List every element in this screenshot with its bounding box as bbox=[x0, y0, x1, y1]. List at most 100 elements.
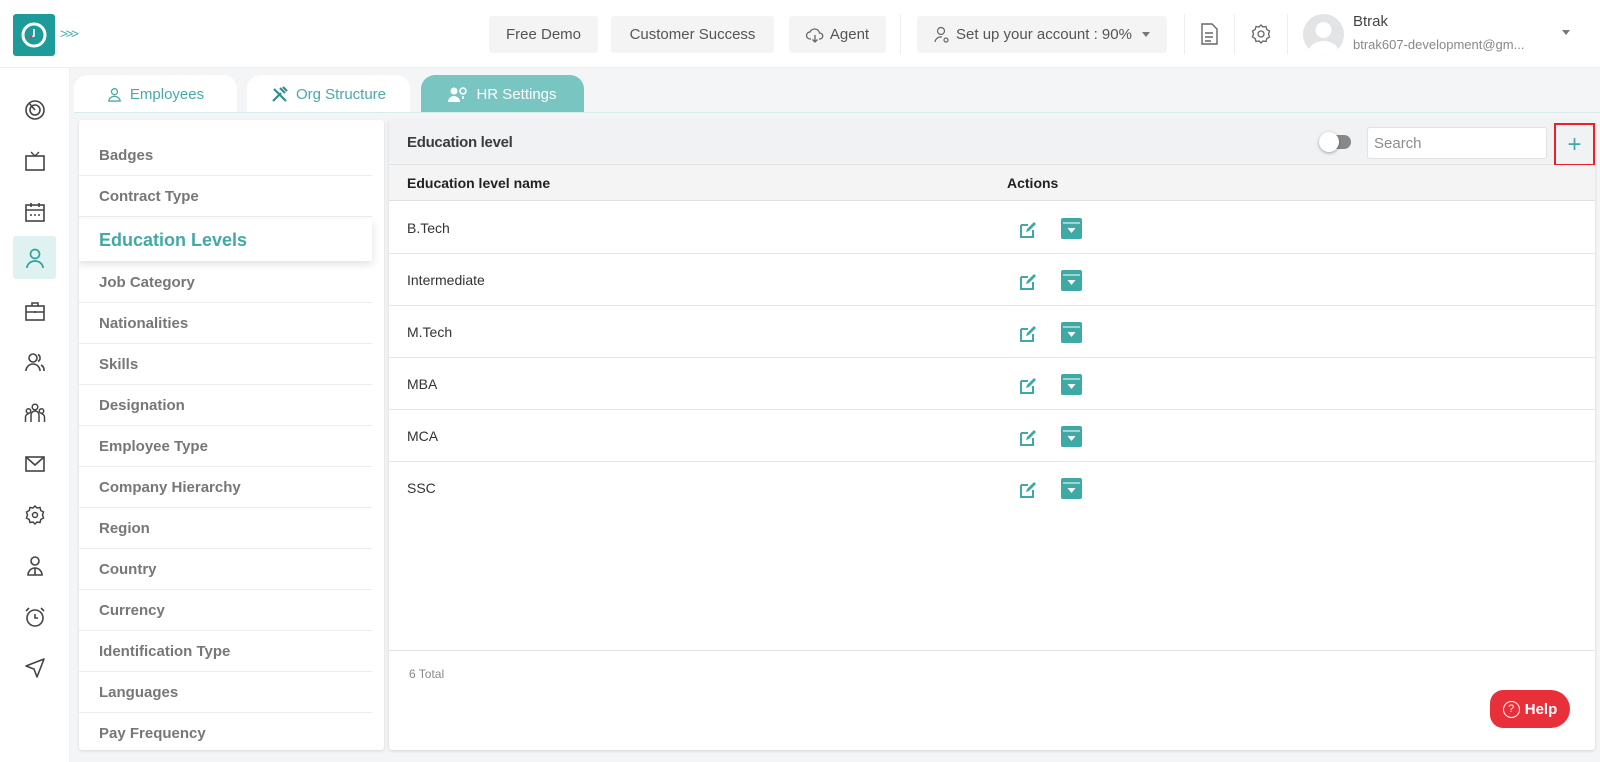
send-icon bbox=[24, 657, 45, 678]
menu-item-label: Identification Type bbox=[99, 642, 231, 660]
edit-icon[interactable] bbox=[1019, 429, 1037, 447]
table-row: MBA bbox=[389, 358, 1595, 410]
archive-icon[interactable] bbox=[1061, 374, 1082, 395]
menu-item-region[interactable]: Region bbox=[79, 508, 372, 549]
tv-icon bbox=[24, 151, 45, 171]
add-education-level-button[interactable]: + bbox=[1554, 123, 1595, 166]
column-header-actions: Actions bbox=[1007, 175, 1059, 191]
user-settings-icon bbox=[934, 26, 949, 43]
table-row: SSC bbox=[389, 462, 1595, 514]
education-level-panel: Education level + Education level name A… bbox=[389, 120, 1595, 750]
archive-toggle[interactable] bbox=[1319, 132, 1351, 152]
menu-item-employee-type[interactable]: Employee Type bbox=[79, 426, 372, 467]
table-row: Intermediate bbox=[389, 254, 1595, 306]
edit-icon[interactable] bbox=[1019, 377, 1037, 395]
left-sidebar bbox=[0, 68, 70, 762]
menu-item-nationalities[interactable]: Nationalities bbox=[79, 303, 372, 344]
edit-icon[interactable] bbox=[1019, 221, 1037, 239]
nav-groups[interactable] bbox=[13, 391, 56, 434]
menu-item-label: Designation bbox=[99, 396, 185, 414]
menu-item-country[interactable]: Country bbox=[79, 549, 372, 590]
nav-settings[interactable] bbox=[13, 493, 56, 536]
tab-org-structure-label: Org Structure bbox=[295, 85, 387, 103]
menu-item-languages[interactable]: Languages bbox=[79, 672, 372, 713]
app-logo[interactable] bbox=[13, 14, 55, 56]
target-icon bbox=[24, 99, 45, 120]
nav-profile[interactable] bbox=[13, 544, 56, 587]
agent-button[interactable]: Agent bbox=[789, 16, 886, 53]
agent-label: Agent bbox=[829, 26, 870, 43]
education-level-name: Intermediate bbox=[407, 272, 485, 288]
menu-item-designation[interactable]: Designation bbox=[79, 385, 372, 426]
user-email: btrak607-development@gm... bbox=[1353, 37, 1525, 52]
menu-item-currency[interactable]: Currency bbox=[79, 590, 372, 631]
edit-icon[interactable] bbox=[1019, 481, 1037, 499]
free-demo-button[interactable]: Free Demo bbox=[489, 16, 598, 53]
expand-sidebar-icon[interactable]: >>> bbox=[60, 26, 79, 41]
help-label: Help bbox=[1524, 700, 1558, 718]
tab-org-structure[interactable]: Org Structure bbox=[247, 75, 410, 113]
menu-item-label: Education Levels bbox=[99, 229, 248, 250]
menu-item-label: Region bbox=[99, 519, 150, 537]
calendar-icon bbox=[24, 202, 45, 222]
customer-success-label: Customer Success bbox=[629, 26, 756, 43]
archive-icon[interactable] bbox=[1061, 478, 1082, 499]
nav-team[interactable] bbox=[13, 340, 56, 383]
menu-item-identification-type[interactable]: Identification Type bbox=[79, 631, 372, 672]
toggle-knob bbox=[1319, 132, 1339, 152]
search-input[interactable] bbox=[1367, 127, 1547, 159]
education-level-name: SSC bbox=[407, 480, 436, 496]
nav-calendar[interactable] bbox=[13, 190, 56, 233]
help-button[interactable]: ? Help bbox=[1490, 690, 1570, 728]
menu-item-skills[interactable]: Skills bbox=[79, 344, 372, 385]
nav-employees[interactable] bbox=[13, 236, 56, 279]
nav-mail[interactable] bbox=[13, 442, 56, 485]
menu-item-label: Contract Type bbox=[99, 187, 199, 205]
archive-icon[interactable] bbox=[1061, 218, 1082, 239]
menu-item-badges[interactable]: Badges bbox=[79, 135, 372, 176]
document-icon[interactable] bbox=[1197, 22, 1221, 46]
archive-icon[interactable] bbox=[1061, 270, 1082, 291]
panel-title: Education level bbox=[407, 134, 513, 151]
menu-item-label: Nationalities bbox=[99, 314, 189, 332]
edit-icon[interactable] bbox=[1019, 273, 1037, 291]
tools-icon bbox=[272, 85, 288, 102]
nav-tv[interactable] bbox=[13, 139, 56, 182]
menu-item-company-hierarchy[interactable]: Company Hierarchy bbox=[79, 467, 372, 508]
nav-send[interactable] bbox=[13, 646, 56, 689]
menu-item-pay-frequency[interactable]: Pay Frequency bbox=[79, 713, 372, 750]
menu-item-label: Job Category bbox=[99, 273, 195, 291]
user-menu-caret-icon[interactable] bbox=[1562, 30, 1570, 35]
menu-item-education-levels[interactable]: Education Levels bbox=[79, 219, 372, 261]
cloud-download-icon bbox=[805, 27, 824, 43]
divider bbox=[900, 14, 901, 54]
menu-item-job-category[interactable]: Job Category bbox=[79, 262, 372, 303]
column-header-name: Education level name bbox=[407, 175, 551, 191]
education-level-name: MBA bbox=[407, 376, 438, 392]
nav-briefcase[interactable] bbox=[13, 289, 56, 332]
customer-success-button[interactable]: Customer Success bbox=[611, 16, 774, 53]
tab-employees[interactable]: Employees bbox=[74, 75, 237, 113]
nav-alarm[interactable] bbox=[13, 595, 56, 638]
edit-icon[interactable] bbox=[1019, 325, 1037, 343]
mail-icon bbox=[24, 455, 45, 472]
menu-item-label: Languages bbox=[99, 683, 179, 701]
table-header: Education level name Actions bbox=[389, 165, 1595, 201]
education-level-name: MCA bbox=[407, 428, 439, 444]
tab-hr-settings[interactable]: HR Settings bbox=[421, 75, 584, 113]
archive-icon[interactable] bbox=[1061, 322, 1082, 343]
setup-account-dropdown[interactable]: Set up your account : 90% bbox=[917, 16, 1167, 53]
group-icon bbox=[24, 402, 45, 422]
avatar[interactable] bbox=[1303, 14, 1344, 55]
settings-gear-icon[interactable] bbox=[1249, 22, 1273, 46]
menu-item-contract-type[interactable]: Contract Type bbox=[79, 176, 372, 217]
panel-header: Education level + bbox=[389, 120, 1595, 166]
users-icon bbox=[24, 352, 45, 371]
clock-logo-icon bbox=[21, 22, 47, 48]
user-icon bbox=[25, 248, 44, 268]
hr-settings-menu: Badges Contract Type Education Levels Jo… bbox=[79, 120, 384, 750]
top-bar: >>> Free Demo Customer Success Agent Set… bbox=[0, 0, 1600, 68]
nav-dashboard[interactable] bbox=[13, 88, 56, 131]
archive-icon[interactable] bbox=[1061, 426, 1082, 447]
menu-item-label: Currency bbox=[99, 601, 165, 619]
